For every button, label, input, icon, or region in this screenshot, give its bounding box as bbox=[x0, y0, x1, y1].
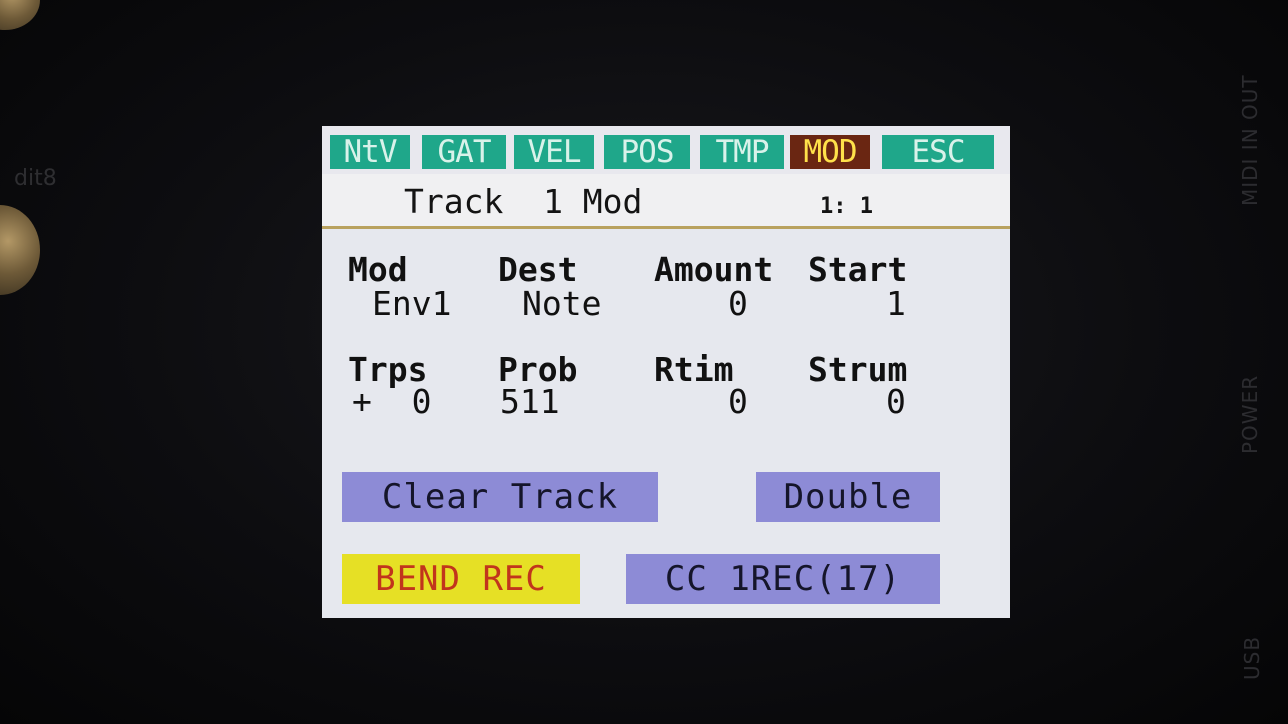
bezel-label-midi: MIDI IN OUT bbox=[1238, 74, 1262, 206]
param-value-dest[interactable]: Note bbox=[522, 284, 601, 323]
tab-tmp[interactable]: TMP bbox=[700, 135, 784, 169]
position-readout: 1: 1 bbox=[820, 194, 873, 219]
tab-mod[interactable]: MOD bbox=[790, 135, 870, 169]
tab-ntv[interactable]: NtV bbox=[330, 135, 410, 169]
param-value-rtim[interactable]: 0 bbox=[728, 382, 748, 421]
tab-vel[interactable]: VEL bbox=[514, 135, 594, 169]
page-title: Track 1 Mod bbox=[404, 182, 643, 221]
bezel-label-usb: USB bbox=[1240, 635, 1264, 680]
device-panel: dit8 MIDI IN OUT POWER USB NtV GAT VEL P… bbox=[0, 0, 1288, 724]
encoder-knob[interactable] bbox=[0, 205, 40, 295]
bend-rec-button[interactable]: BEND REC bbox=[342, 554, 580, 604]
param-value-mod[interactable]: Env1 bbox=[372, 284, 451, 323]
bezel-label-left: dit8 bbox=[14, 166, 57, 191]
bezel-label-power: POWER bbox=[1238, 374, 1262, 454]
encoder-knob[interactable] bbox=[0, 0, 40, 30]
double-button[interactable]: Double bbox=[756, 472, 940, 522]
param-value-start[interactable]: 1 bbox=[886, 284, 906, 323]
tab-bar: NtV GAT VEL POS TMP MOD ESC bbox=[322, 126, 1010, 174]
page-header: Track 1 Mod 1: 1 bbox=[322, 174, 1010, 229]
cc-rec-button[interactable]: CC 1REC(17) bbox=[626, 554, 940, 604]
param-label-amount: Amount bbox=[654, 250, 774, 289]
tab-pos[interactable]: POS bbox=[604, 135, 690, 169]
param-label-rtim: Rtim bbox=[654, 350, 734, 389]
tab-gat[interactable]: GAT bbox=[422, 135, 506, 169]
param-value-amount[interactable]: 0 bbox=[728, 284, 748, 323]
tab-esc[interactable]: ESC bbox=[882, 135, 994, 169]
param-value-prob[interactable]: 511 bbox=[500, 382, 560, 421]
lcd-screen: NtV GAT VEL POS TMP MOD ESC Track 1 Mod … bbox=[322, 126, 1010, 618]
clear-track-button[interactable]: Clear Track bbox=[342, 472, 658, 522]
param-value-strum[interactable]: 0 bbox=[886, 382, 906, 421]
param-value-trps[interactable]: + 0 bbox=[352, 382, 431, 421]
